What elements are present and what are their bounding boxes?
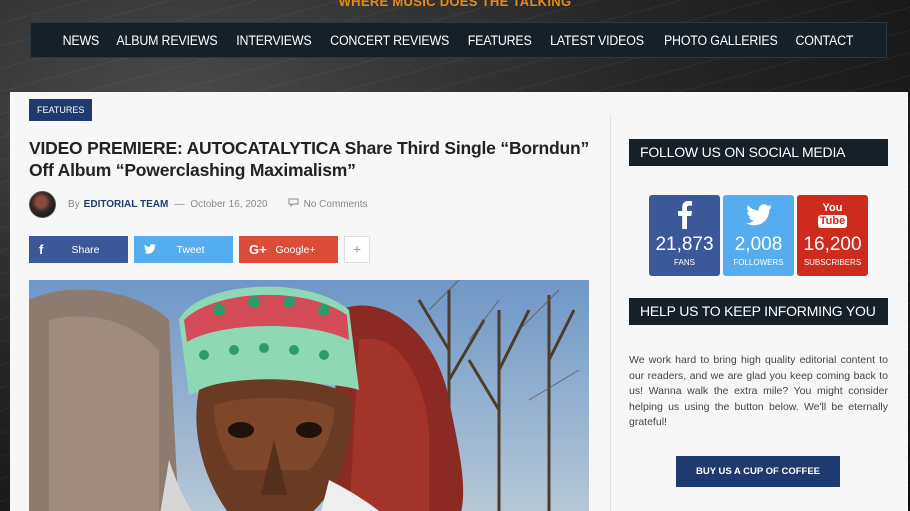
help-text: We work hard to bring high quality edito… <box>629 354 888 428</box>
comments-link[interactable]: No Comments <box>288 198 368 210</box>
more-share-button[interactable]: + <box>344 236 370 263</box>
nav-item-features[interactable]: FEATURES <box>468 33 532 48</box>
category-badge[interactable]: FEATURES <box>29 99 93 121</box>
article-featured-image <box>29 280 589 511</box>
by-label: By <box>68 198 80 210</box>
facebook-count: 21,873 <box>655 234 714 255</box>
site-tagline: WHERE MUSIC DOES THE TALKING <box>338 0 572 9</box>
author-link[interactable]: EDITORIAL TEAM <box>84 199 169 210</box>
twitter-unit: FOLLOWERS <box>733 258 784 267</box>
youtube-counter[interactable]: You Tube 16,200 SUBSCRIBERS <box>797 195 868 276</box>
facebook-share-button[interactable]: f Share <box>29 236 128 263</box>
twitter-share-button[interactable]: Tweet <box>134 236 233 263</box>
column-divider <box>610 114 611 511</box>
facebook-icon <box>649 195 720 235</box>
twitter-counter[interactable]: 2,008 FOLLOWERS <box>723 195 794 276</box>
twitter-icon <box>723 195 794 235</box>
article-title: VIDEO PREMIERE: AUTOCATALYTICA Share Thi… <box>29 138 589 180</box>
googleplus-share-label: Google+ <box>275 243 316 256</box>
nav-item-interviews[interactable]: INTERVIEWS <box>236 33 311 48</box>
youtube-logo-bottom: Tube <box>817 214 848 228</box>
meta-separator: — <box>174 198 185 210</box>
facebook-share-label: Share <box>71 243 100 256</box>
nav-item-album-reviews[interactable]: ALBUM REVIEWS <box>116 33 217 48</box>
twitter-icon <box>144 242 166 257</box>
publish-date: October 16, 2020 <box>190 198 268 210</box>
comments-count: No Comments <box>303 198 368 210</box>
comment-icon <box>288 198 299 210</box>
content-area: FEATURES VIDEO PREMIERE: AUTOCATALYTICA … <box>10 92 908 511</box>
youtube-logo-top: You <box>822 201 843 214</box>
googleplus-icon: G+ <box>249 242 267 257</box>
buy-coffee-button[interactable]: BUY US A CUP OF COFFEE <box>676 456 840 487</box>
facebook-icon: f <box>39 242 44 257</box>
main-nav: NEWS ALBUM REVIEWS INTERVIEWS CONCERT RE… <box>30 22 887 58</box>
googleplus-share-button[interactable]: G+ Google+ <box>239 236 338 263</box>
nav-item-contact[interactable]: CONTACT <box>796 33 854 48</box>
youtube-unit: SUBSCRIBERS <box>803 258 862 267</box>
nav-item-photo-galleries[interactable]: PHOTO GALLERIES <box>664 33 778 48</box>
article-meta: By EDITORIAL TEAM — October 16, 2020 No … <box>29 190 368 218</box>
nav-item-latest-videos[interactable]: LATEST VIDEOS <box>550 33 644 48</box>
facebook-counter[interactable]: 21,873 FANS <box>649 195 720 276</box>
social-widget-title: FOLLOW US ON SOCIAL MEDIA <box>629 139 888 166</box>
share-buttons: f Share Tweet G+ Google+ + <box>29 236 370 263</box>
author-avatar[interactable] <box>29 190 56 218</box>
youtube-icon: You Tube <box>797 195 868 235</box>
youtube-count: 16,200 <box>803 234 862 255</box>
twitter-count: 2,008 <box>734 234 783 255</box>
nav-item-concert-reviews[interactable]: CONCERT REVIEWS <box>330 33 449 48</box>
twitter-share-label: Tweet <box>176 243 205 256</box>
help-widget-title: HELP US TO KEEP INFORMING YOU <box>629 298 888 325</box>
facebook-unit: FANS <box>674 258 695 267</box>
nav-item-news[interactable]: NEWS <box>63 33 100 48</box>
social-counters: 21,873 FANS 2,008 FOLLOWERS You Tube 16,… <box>649 195 868 276</box>
